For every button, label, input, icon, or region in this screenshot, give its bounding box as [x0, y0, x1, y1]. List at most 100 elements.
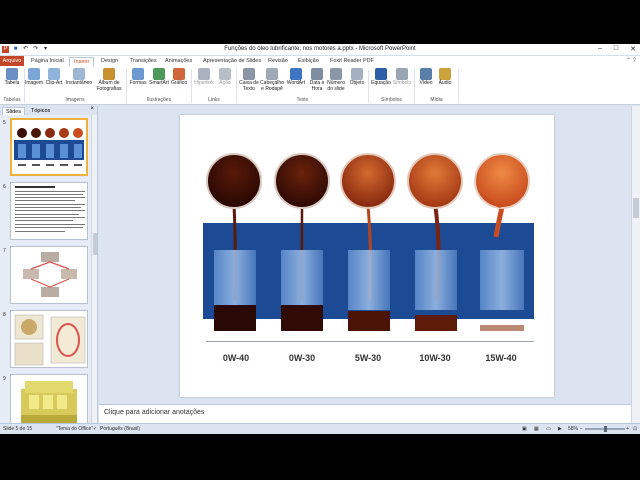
hyperlink-icon [198, 68, 210, 80]
group-illustrations: Ilustrações [146, 97, 172, 103]
language-label[interactable]: Português (Brasil) [100, 426, 140, 432]
object-button[interactable]: Objeto [345, 68, 369, 87]
group-links: Links [208, 97, 220, 103]
action-button[interactable]: Ação [213, 68, 237, 87]
slide-number-icon [330, 68, 342, 80]
maximize-button[interactable]: □ [614, 45, 618, 53]
table-button[interactable]: Tabela [0, 68, 24, 87]
close-pane-icon[interactable]: × [90, 106, 94, 112]
fit-slide-icon[interactable]: ⊡ [633, 426, 637, 432]
oil-label-10w30: 10W-30 [419, 353, 451, 363]
wordart-icon [290, 68, 302, 80]
tab-slides[interactable]: Slides [2, 107, 25, 115]
oil-label-0w30: 0W-30 [288, 353, 316, 363]
header-footer-button[interactable]: Cabeçalho e Rodapé [260, 68, 284, 92]
chart-button[interactable]: Gráfico [167, 68, 191, 87]
action-icon [219, 68, 231, 80]
object-icon [351, 68, 363, 80]
tab-animations[interactable]: Animações [165, 57, 192, 66]
video-icon [420, 68, 432, 80]
slide-thumbnail-8[interactable]: 8 [0, 310, 92, 370]
thumbnail-image [10, 118, 88, 176]
slide-thumbnail-6[interactable]: 6 [0, 182, 92, 242]
reading-view-icon[interactable]: ▭ [546, 426, 551, 432]
oil-thumb-graphic [12, 120, 86, 174]
thumbnail-image [10, 182, 88, 240]
notes-area[interactable]: Clique para adicionar anotações [99, 404, 631, 423]
thumbnail-number: 9 [3, 376, 6, 382]
tab-insert[interactable]: Inserir [69, 57, 95, 66]
tab-foxit[interactable]: Foxit Reader PDF [330, 57, 374, 66]
smartart-icon [153, 68, 165, 80]
tab-file[interactable]: Arquivo [0, 56, 24, 66]
pane-scroll-thumb[interactable] [93, 233, 97, 255]
equation-icon [375, 68, 387, 80]
ribbon: Tabela Imagem Clip-Art Instantâneo Álbum… [0, 66, 640, 105]
title-bar: P ■ ↶ ↷ ▾ Funções do óleo lubrificante, … [0, 44, 640, 56]
slide-thumbnail-5[interactable]: 5 [0, 118, 92, 178]
powerpoint-window: P ■ ↶ ↷ ▾ Funções do óleo lubrificante, … [0, 44, 640, 434]
slide-thumbnail-7[interactable]: 7 [0, 246, 92, 306]
screenshot-icon [73, 68, 85, 80]
pane-tabs: Slides Tópicos × [0, 106, 97, 115]
header-footer-icon [266, 68, 278, 80]
oil-label-15w40: 15W-40 [485, 353, 517, 363]
text-slide-thumb-graphic [15, 186, 85, 232]
close-button[interactable]: ✕ [630, 45, 636, 53]
photo-album-button[interactable]: Álbum de Fotografias [94, 68, 124, 92]
textbox-icon [243, 68, 255, 80]
slide-scrollbar[interactable] [631, 106, 640, 423]
group-tables: Tabelas [3, 97, 21, 103]
slide-scroll-thumb[interactable] [633, 198, 639, 218]
photo-album-icon [103, 68, 115, 80]
window-controls: – □ ✕ [598, 45, 636, 53]
zoom-slider-thumb[interactable] [604, 426, 607, 432]
diagram-thumb-graphic [23, 252, 77, 297]
slide-sorter-icon[interactable]: ▦ [534, 426, 539, 432]
slide-editor: 0W-40 0W-30 5W-30 10W-30 15W-40 [99, 106, 631, 404]
group-symbols: Símbolos [381, 97, 402, 103]
normal-view-icon[interactable]: ▣ [522, 426, 527, 432]
tab-outline[interactable]: Tópicos [28, 107, 53, 115]
symbol-button[interactable]: Símbolo [390, 68, 414, 87]
shapes-icon [132, 68, 144, 80]
datetime-icon [311, 68, 323, 80]
help-icon[interactable]: ⌃ ? [626, 57, 636, 64]
group-text: Texto [296, 97, 309, 103]
minimize-button[interactable]: – [598, 45, 602, 53]
screenshot-button[interactable]: Instantâneo [64, 68, 94, 87]
tab-view[interactable]: Exibição [298, 57, 319, 66]
audio-icon [439, 68, 451, 80]
status-bar: Slide 5 de 15 "Tema do Office" ✓ Portugu… [0, 423, 640, 434]
group-media: Mídia [430, 97, 443, 103]
slideshow-icon[interactable]: ▶ [558, 426, 562, 432]
picture-icon [28, 68, 40, 80]
textbox-button[interactable]: Caixa de Texto [237, 68, 261, 92]
audio-button[interactable]: Áudio [433, 68, 457, 87]
group-divider [458, 69, 459, 103]
oil-label-0w40: 0W-40 [222, 353, 250, 363]
pane-scrollbar[interactable] [91, 115, 97, 423]
tab-design[interactable]: Design [101, 57, 118, 66]
chart-icon [173, 68, 185, 80]
thumbnail-image [10, 310, 88, 368]
zoom-out-icon[interactable]: − [580, 426, 583, 432]
clipart-icon [48, 68, 60, 80]
tab-review[interactable]: Revisão [268, 57, 288, 66]
zoom-in-icon[interactable]: + [626, 426, 629, 432]
thumbnail-number: 5 [3, 120, 6, 126]
slide-counter: Slide 5 de 15 [3, 426, 33, 432]
tab-home[interactable]: Página Inicial [31, 57, 64, 66]
theme-name: "Tema do Office" [56, 426, 94, 432]
clipart-button[interactable]: Clip-Art [42, 68, 66, 87]
thumbnail-number: 6 [3, 184, 6, 190]
engine-parts-thumb-graphic [14, 314, 86, 366]
zoom-level[interactable]: 58% [568, 426, 578, 432]
tab-slideshow[interactable]: Apresentação de Slides [203, 57, 261, 66]
thumbnail-number: 8 [3, 312, 6, 318]
slides-pane: Slides Tópicos × 5 6 7 8 9 [0, 106, 98, 432]
current-slide[interactable]: 0W-40 0W-30 5W-30 10W-30 15W-40 [180, 115, 554, 397]
table-icon [6, 68, 18, 80]
language-icon[interactable]: ✓ [93, 426, 97, 432]
tab-transitions[interactable]: Transições [130, 57, 157, 66]
